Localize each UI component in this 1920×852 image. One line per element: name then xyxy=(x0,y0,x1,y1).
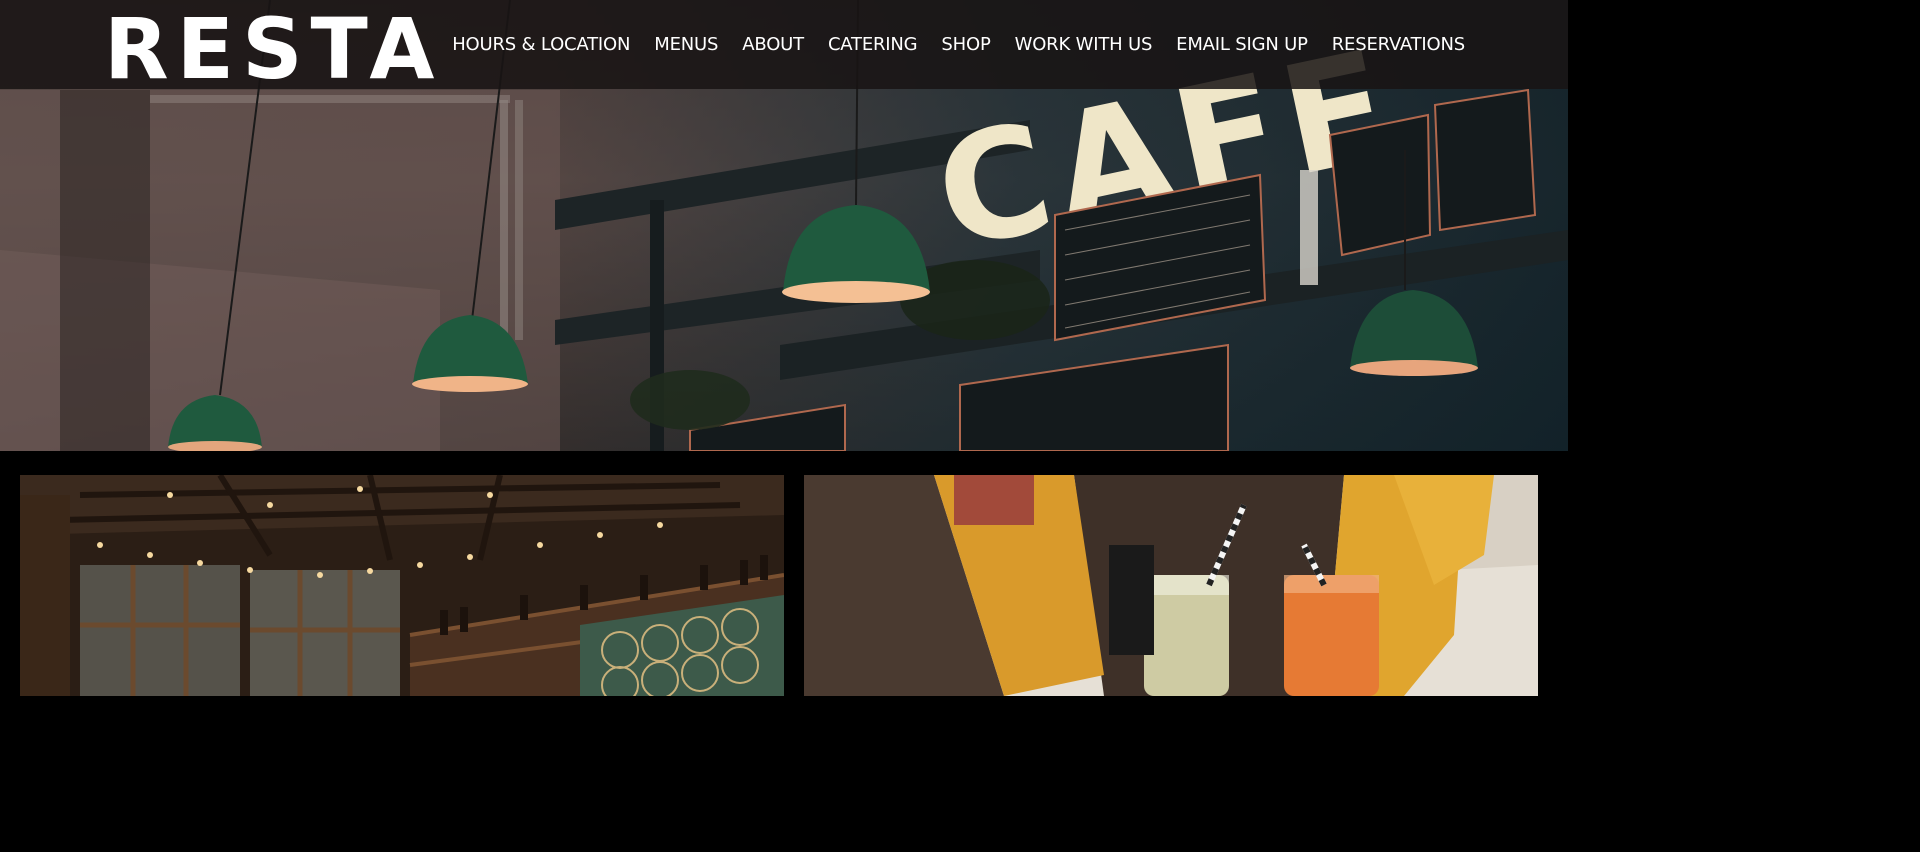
gallery-image-cafe-drinks[interactable] xyxy=(804,475,1538,696)
pendant-lamp xyxy=(1350,290,1478,376)
nav-reservations[interactable]: RESERVATIONS xyxy=(1332,32,1465,58)
gallery-image-bar-interior[interactable] xyxy=(20,475,784,696)
main-nav: HOURS & LOCATION MENUS ABOUT CATERING SH… xyxy=(428,32,1465,58)
nav-email-sign-up[interactable]: EMAIL SIGN UP xyxy=(1176,32,1308,58)
hero-banner: CAFE RESTA HOURS & LOCATION MENUS ABOUT … xyxy=(0,0,1568,451)
pendant-lamp xyxy=(782,205,930,303)
bar-interior-image xyxy=(20,475,784,696)
nav-shop[interactable]: SHOP xyxy=(941,32,990,58)
site-header: RESTA HOURS & LOCATION MENUS ABOUT CATER… xyxy=(0,0,1568,94)
nav-about[interactable]: ABOUT xyxy=(742,32,804,58)
nav-catering[interactable]: CATERING xyxy=(828,32,918,58)
nav-menus[interactable]: MENUS xyxy=(654,32,718,58)
nav-hours-location[interactable]: HOURS & LOCATION xyxy=(452,32,630,58)
nav-work-with-us[interactable]: WORK WITH US xyxy=(1015,32,1153,58)
site-logo[interactable]: RESTA xyxy=(104,4,442,94)
cafe-drinks-image xyxy=(804,475,1538,696)
